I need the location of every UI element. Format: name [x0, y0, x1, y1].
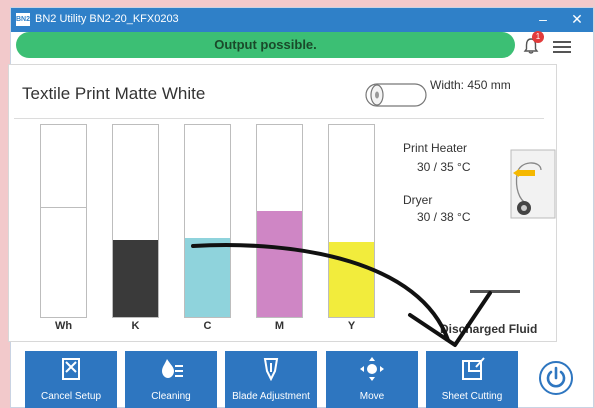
sheet-cutting-icon — [462, 357, 485, 380]
ink-level-k — [113, 240, 158, 317]
printer-heater-icon — [510, 149, 556, 219]
sheet-cutting-label: Sheet Cutting — [441, 391, 503, 402]
cleaning-icon — [162, 359, 183, 378]
move-button[interactable]: Move — [326, 351, 418, 408]
media-roll-icon — [365, 83, 427, 107]
cleaning-button[interactable]: Cleaning — [125, 351, 217, 408]
ink-label-wh: Wh — [54, 320, 73, 332]
close-button[interactable]: ✕ — [566, 9, 588, 29]
move-label: Move — [359, 391, 385, 402]
dryer-label: Dryer — [403, 193, 433, 207]
ink-tank-wh — [40, 124, 87, 318]
blade-adjustment-label: Blade Adjustment — [232, 391, 310, 402]
title-bar: BN2 BN2 Utility BN2-20_KFX0203 – ✕ — [11, 8, 593, 32]
ink-level-c — [185, 238, 230, 317]
ink-tank-k — [112, 124, 159, 318]
dryer-value: 30 / 38 °C — [417, 210, 471, 224]
cancel-setup-button[interactable]: Cancel Setup — [25, 351, 117, 408]
window-title: BN2 Utility BN2-20_KFX0203 — [35, 13, 179, 25]
ink-level-m — [257, 211, 302, 317]
cancel-setup-icon — [62, 358, 80, 380]
ink-label-y: Y — [347, 320, 356, 332]
minimize-button[interactable]: – — [532, 9, 554, 29]
notification-badge: 1 — [532, 31, 544, 43]
sheet-cutting-button[interactable]: Sheet Cutting — [426, 351, 518, 408]
ink-label-c: C — [203, 320, 212, 332]
app-logo-icon: BN2 — [16, 13, 30, 26]
blade-adjustment-button[interactable]: Blade Adjustment — [225, 351, 317, 408]
ink-tank-c — [184, 124, 231, 318]
discharged-fluid-level — [470, 290, 520, 293]
move-icon — [360, 357, 384, 381]
ink-tank-y — [328, 124, 375, 318]
blade-adjustment-icon — [263, 358, 279, 381]
panel-divider — [14, 118, 544, 119]
ink-tank-m — [256, 124, 303, 318]
cleaning-label: Cleaning — [151, 391, 191, 402]
print-heater-value: 30 / 35 °C — [417, 160, 471, 174]
media-name: Textile Print Matte White — [22, 84, 206, 103]
power-icon — [546, 366, 566, 388]
status-banner: Output possible. — [16, 32, 515, 58]
hamburger-menu-icon[interactable] — [553, 38, 573, 54]
discharged-fluid-label: Discharged Fluid — [440, 322, 538, 336]
print-heater-label: Print Heater — [403, 141, 468, 155]
power-button[interactable] — [539, 361, 573, 395]
media-width: Width: 450 mm — [430, 78, 511, 92]
ink-label-m: M — [274, 320, 285, 332]
ink-level-y — [329, 242, 374, 317]
ink-level-wh — [41, 206, 86, 317]
ink-label-k: K — [131, 320, 140, 332]
cancel-setup-label: Cancel Setup — [40, 391, 102, 402]
